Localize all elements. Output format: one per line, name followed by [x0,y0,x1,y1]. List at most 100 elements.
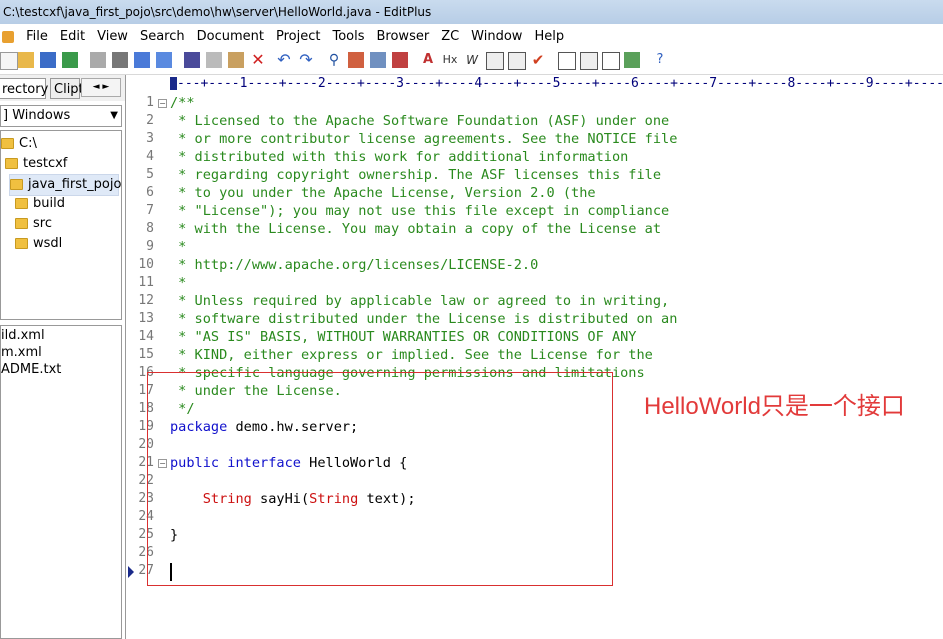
code-token: * distributed with this work for additio… [170,149,629,165]
code-token: /** [170,95,195,111]
save-icon[interactable] [40,52,56,68]
code-line: * software distributed under the License… [170,310,677,328]
window-title: C:\testcxf\java_first_pojo\src\demo\hw\s… [0,0,943,24]
left-panel: rectory Clipt ◄ ► ] Windows ▼ C:\ testcx… [0,75,126,639]
find-icon[interactable]: ⚲ [326,52,342,68]
code-line: * distributed with this work for additio… [170,148,628,166]
new-file-icon[interactable] [0,52,18,70]
code-line: * "AS IS" BASIS, WITHOUT WARRANTIES OR C… [170,328,637,346]
menu-tools[interactable]: Tools [326,26,370,47]
browser-icon[interactable] [156,52,172,68]
print-preview-icon[interactable] [90,52,106,68]
word-wrap-icon[interactable]: W [464,52,480,68]
tab-cliptext[interactable]: Clipt [50,78,84,99]
directory-window-icon[interactable] [580,52,598,70]
folder-icon [15,198,28,209]
menu-browser[interactable]: Browser [371,26,436,47]
fold-toggle-icon[interactable]: − [158,99,167,108]
tree-item-selected[interactable]: java_first_pojo [9,174,121,196]
menu-file[interactable]: File [20,26,54,47]
line-number: 3 [146,131,154,146]
chevron-down-icon: ▼ [110,110,118,121]
code-line: * with the License. You may obtain a cop… [170,220,661,238]
hex-icon[interactable]: Hx [442,52,458,68]
code-token: * to you under the Apache License, Versi… [170,185,596,201]
panel-tabs: rectory Clipt ◄ ► [0,75,125,101]
cut-icon[interactable] [184,52,200,68]
ruler-icon[interactable] [508,52,526,70]
code-line: /** [170,94,195,112]
menu-view[interactable]: View [91,26,134,47]
code-line: * [170,274,186,292]
tab-scroll-arrows[interactable]: ◄ ► [81,78,121,97]
code-token: * [170,275,187,291]
delete-icon[interactable]: ✕ [250,52,266,68]
print-icon[interactable] [112,52,128,68]
drive-value: ] Windows [3,108,71,123]
code-token: * "AS IS" BASIS, WITHOUT WARRANTIES OR C… [170,329,637,345]
line-number: 14 [138,329,154,344]
file-item[interactable]: ADME.txt [1,361,61,378]
file-item[interactable]: m.xml [1,344,42,361]
highlight-box [147,372,613,586]
line-number: 15 [138,347,154,362]
drive-select[interactable]: ] Windows ▼ [0,105,122,127]
check-icon[interactable]: ✔ [530,52,546,68]
menu-window[interactable]: Window [465,26,528,47]
line-number: 8 [146,221,154,236]
file-item[interactable]: ild.xml [1,327,45,344]
folder-open-icon [10,179,23,190]
cliptext-icon[interactable] [624,52,640,68]
text-cursor [170,563,172,581]
font-icon[interactable]: A [420,52,436,68]
view-icon[interactable] [558,52,576,70]
folder-icon [1,138,14,149]
tree-item[interactable]: src [15,214,52,234]
code-line: * [170,238,186,256]
annotation-text: HelloWorld只是一个接口 [644,393,905,420]
menu-search[interactable]: Search [134,26,191,47]
line-number: 10 [138,257,154,272]
undo-icon[interactable]: ↶ [276,52,292,68]
paste-icon[interactable] [228,52,244,68]
spellcheck-icon[interactable] [134,52,150,68]
code-line: * or more contributor license agreements… [170,130,677,148]
code-token: * Unless required by applicable law or a… [170,293,670,309]
folder-icon [5,158,18,169]
folder-icon [15,218,28,229]
code-line: * "License"); you may not use this file … [170,202,669,220]
line-number-icon[interactable] [486,52,504,70]
menu-document[interactable]: Document [191,26,270,47]
app-menu-icon[interactable] [2,30,14,43]
goto-line-icon[interactable] [392,52,408,68]
menu-edit[interactable]: Edit [54,26,91,47]
redo-icon[interactable]: ↷ [298,52,314,68]
copy-icon[interactable] [206,52,222,68]
menu-project[interactable]: Project [270,26,326,47]
save-all-icon[interactable] [62,52,78,68]
replace-icon[interactable] [348,52,364,68]
output-window-icon[interactable] [602,52,620,70]
tree-item[interactable]: C:\ [1,134,37,154]
code-token: * [170,239,187,255]
menu-zc[interactable]: ZC [435,26,465,47]
code-line: * to you under the Apache License, Versi… [170,184,596,202]
code-token: * "License"); you may not use this file … [170,203,670,219]
column-ruler: ---+----1----+----2----+----3----+----4-… [126,75,943,92]
line-number: 9 [146,239,154,254]
menu-help[interactable]: Help [528,26,570,47]
folder-icon [15,238,28,249]
code-line: * http://www.apache.org/licenses/LICENSE… [170,256,538,274]
tree-item[interactable]: build [15,194,65,214]
tab-directory[interactable]: rectory [0,78,48,99]
line-number: 4 [146,149,154,164]
find-in-files-icon[interactable] [370,52,386,68]
code-token: * KIND, either express or implied. See t… [170,347,653,363]
code-line: * regarding copyright ownership. The ASF… [170,166,661,184]
tree-item[interactable]: testcxf [5,154,67,174]
open-folder-icon[interactable] [18,52,34,68]
help-icon[interactable]: ? [652,52,668,68]
code-line: * KIND, either express or implied. See t… [170,346,653,364]
tree-item[interactable]: wsdl [15,234,62,254]
code-line: * Unless required by applicable law or a… [170,292,669,310]
